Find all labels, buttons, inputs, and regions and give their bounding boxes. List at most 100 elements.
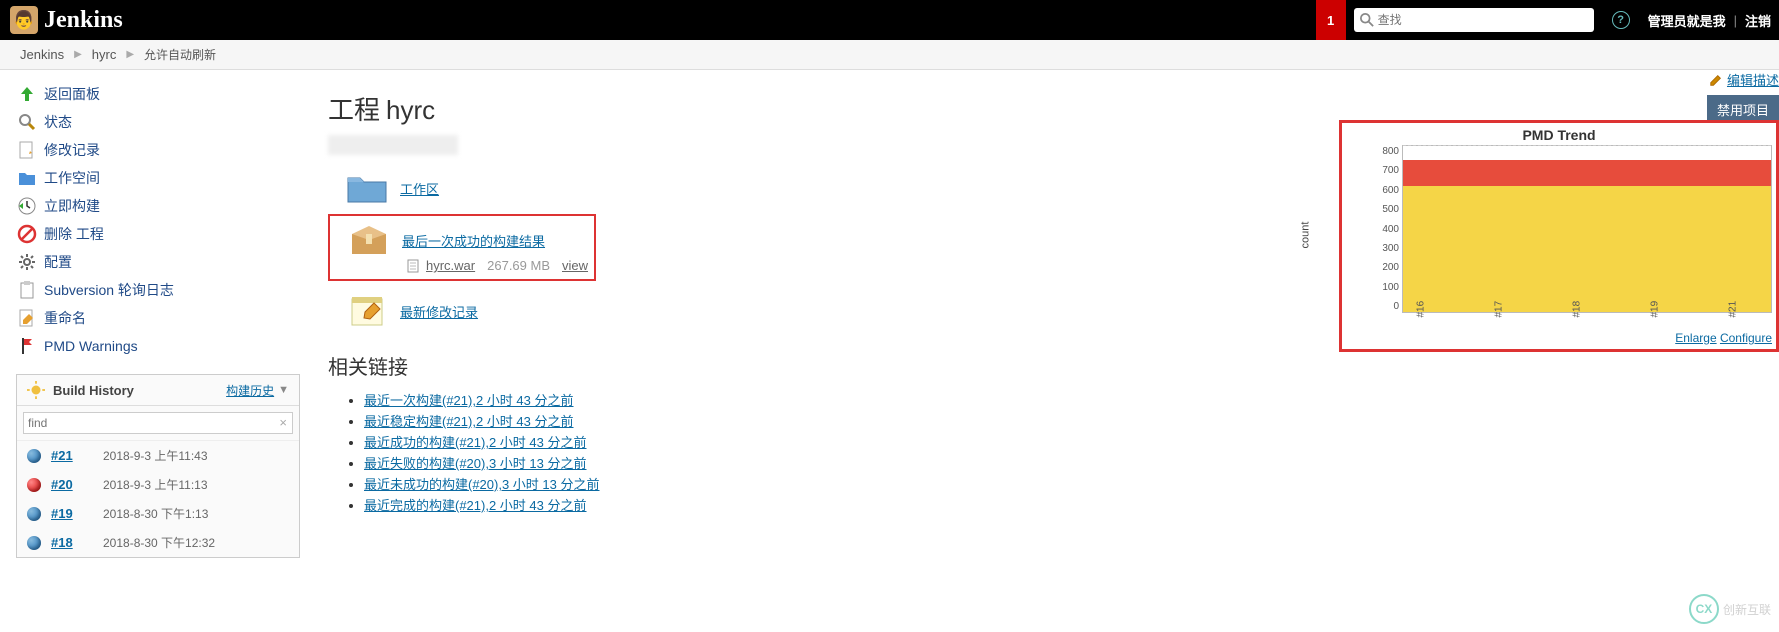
related-link[interactable]: 最近失败的构建(#20),3 小时 13 分之前 — [364, 456, 587, 471]
build-timestamp: 2018-8-30 下午1:13 — [103, 505, 208, 522]
trend-y-axis-label: count — [1299, 222, 1311, 249]
sidebar-task-pmd[interactable]: PMD Warnings — [16, 332, 300, 360]
related-links-heading: 相关链接 — [328, 351, 1759, 380]
trend-configure-link[interactable]: Configure — [1720, 331, 1772, 345]
recent-changes-link[interactable]: 最新修改记录 — [400, 302, 478, 321]
sidebar-task-configure[interactable]: 配置 — [16, 248, 300, 276]
main-content: 工程 hyrc 编辑描述 禁用项目 工作区 最后一次成功的构建结果 hyrc.w… — [310, 70, 1779, 568]
build-history-panel: Build History 构建历史 ▼ × #212018-9-3 上午11:… — [16, 374, 300, 558]
brand-label[interactable]: Jenkins — [44, 7, 123, 34]
rename-icon — [16, 307, 38, 329]
related-link[interactable]: 最近完成的构建(#21),2 小时 43 分之前 — [364, 498, 587, 513]
sidebar-task-workspace[interactable]: 工作空间 — [16, 164, 300, 192]
related-link[interactable]: 最近稳定构建(#21),2 小时 43 分之前 — [364, 414, 574, 429]
sidebar-task-label[interactable]: 配置 — [44, 252, 72, 272]
folder-icon — [16, 167, 38, 189]
search-box[interactable] — [1354, 8, 1594, 32]
search-icon — [1360, 13, 1374, 27]
artifact-file-link[interactable]: hyrc.war — [426, 258, 475, 273]
watermark: CX创新互联 — [1689, 594, 1771, 624]
build-status-orb — [27, 449, 41, 463]
pmd-trend-chart[interactable]: 0100200300400500600700800 — [1402, 145, 1772, 313]
notepad-icon — [346, 293, 388, 329]
sidebar-task-label[interactable]: 修改记录 — [44, 140, 100, 160]
related-link-item: 最近失败的构建(#20),3 小时 13 分之前 — [364, 453, 1759, 472]
pmd-trend-panel: PMD Trend count 010020030040050060070080… — [1339, 120, 1779, 352]
jenkins-logo-icon: 👨 — [10, 6, 38, 34]
sidebar-task-build-now[interactable]: 立即构建 — [16, 192, 300, 220]
trend-title: PMD Trend — [1346, 127, 1772, 143]
chevron-right-icon: ▶ — [126, 49, 134, 60]
sidebar-task-label[interactable]: 重命名 — [44, 308, 86, 328]
clear-icon[interactable]: × — [279, 415, 287, 430]
workspace-link[interactable]: 工作区 — [400, 179, 439, 198]
build-history-link[interactable]: 构建历史 — [226, 382, 274, 399]
edit-description-link[interactable]: 编辑描述 — [1709, 70, 1779, 89]
build-row[interactable]: #19 2018-8-30 下午1:13 — [17, 499, 299, 528]
arrow-up-icon — [16, 83, 38, 105]
auto-refresh-link[interactable]: 允许自动刷新 — [144, 46, 216, 63]
build-history-find-input[interactable] — [23, 412, 293, 434]
pencil-icon — [1709, 73, 1723, 87]
build-row[interactable]: #20 2018-9-3 上午11:13 — [17, 470, 299, 499]
build-number-link[interactable]: #19 — [51, 506, 85, 521]
artifact-view-link[interactable]: view — [562, 258, 588, 273]
notification-badge[interactable]: 1 — [1316, 0, 1346, 40]
build-row[interactable]: #21 2018-9-3 上午11:43 — [17, 441, 299, 470]
sidebar-task-changes[interactable]: 修改记录 — [16, 136, 300, 164]
build-number-link[interactable]: #18 — [51, 535, 85, 550]
last-successful-artifact-link[interactable]: 最后一次成功的构建结果 — [402, 231, 545, 250]
admin-link[interactable]: 管理员就是我 — [1648, 11, 1726, 30]
sidebar-task-svn-poll[interactable]: Subversion 轮询日志 — [16, 276, 300, 304]
related-link[interactable]: 最近未成功的构建(#20),3 小时 13 分之前 — [364, 477, 600, 492]
build-status-orb — [27, 478, 41, 492]
file-icon — [406, 259, 420, 273]
sidebar-task-label[interactable]: Subversion 轮询日志 — [44, 280, 174, 300]
breadcrumb: Jenkins ▶ hyrc ▶ 允许自动刷新 — [0, 40, 1779, 70]
search-input[interactable] — [1378, 13, 1588, 27]
trend-enlarge-link[interactable]: Enlarge — [1675, 331, 1716, 345]
chevron-right-icon: ▶ — [74, 49, 82, 60]
magnifier-icon — [16, 111, 38, 133]
logout-link[interactable]: 注销 — [1745, 11, 1771, 30]
sidebar-task-rename[interactable]: 重命名 — [16, 304, 300, 332]
related-link[interactable]: 最近成功的构建(#21),2 小时 43 分之前 — [364, 435, 587, 450]
artifact-highlight-box: 最后一次成功的构建结果 hyrc.war 267.69 MB view — [328, 214, 596, 281]
gear-icon — [16, 251, 38, 273]
build-status-orb — [27, 536, 41, 550]
breadcrumb-item[interactable]: Jenkins — [20, 47, 64, 62]
blurred-description — [328, 135, 458, 155]
sidebar-task-label[interactable]: 工作空间 — [44, 168, 100, 188]
clock-run-icon — [16, 195, 38, 217]
sidebar-task-back[interactable]: 返回面板 — [16, 80, 300, 108]
build-timestamp: 2018-9-3 上午11:13 — [103, 476, 208, 493]
build-history-title: Build History — [53, 383, 226, 398]
top-header: 👨 Jenkins 1 ? 管理员就是我 | 注销 — [0, 0, 1779, 40]
pmd-flag-icon — [16, 335, 38, 357]
clipboard-icon — [16, 279, 38, 301]
build-status-orb — [27, 507, 41, 521]
sidebar-task-delete[interactable]: 删除 工程 — [16, 220, 300, 248]
sidebar-task-label[interactable]: 状态 — [44, 112, 72, 132]
build-timestamp: 2018-8-30 下午12:32 — [103, 534, 215, 551]
sidebar-task-label[interactable]: 删除 工程 — [44, 224, 104, 244]
build-number-link[interactable]: #21 — [51, 448, 85, 463]
no-icon — [16, 223, 38, 245]
sidebar-task-status[interactable]: 状态 — [16, 108, 300, 136]
breadcrumb-item[interactable]: hyrc — [92, 47, 117, 62]
related-link-item: 最近未成功的构建(#20),3 小时 13 分之前 — [364, 474, 1759, 493]
sidebar-task-label[interactable]: PMD Warnings — [44, 338, 138, 354]
help-icon[interactable]: ? — [1612, 11, 1630, 29]
sidebar-task-label[interactable]: 返回面板 — [44, 84, 100, 104]
sun-icon — [27, 381, 45, 399]
build-number-link[interactable]: #20 — [51, 477, 85, 492]
artifact-size: 267.69 MB — [487, 258, 550, 273]
build-timestamp: 2018-9-3 上午11:43 — [103, 447, 208, 464]
build-row[interactable]: #18 2018-8-30 下午12:32 — [17, 528, 299, 557]
related-link-item: 最近成功的构建(#21),2 小时 43 分之前 — [364, 432, 1759, 451]
related-link[interactable]: 最近一次构建(#21),2 小时 43 分之前 — [364, 393, 574, 408]
sidebar: 返回面板状态修改记录工作空间立即构建删除 工程配置 Subversion 轮询日志… — [0, 70, 310, 568]
related-link-item: 最近完成的构建(#21),2 小时 43 分之前 — [364, 495, 1759, 514]
folder-icon — [346, 170, 388, 206]
sidebar-task-label[interactable]: 立即构建 — [44, 196, 100, 216]
